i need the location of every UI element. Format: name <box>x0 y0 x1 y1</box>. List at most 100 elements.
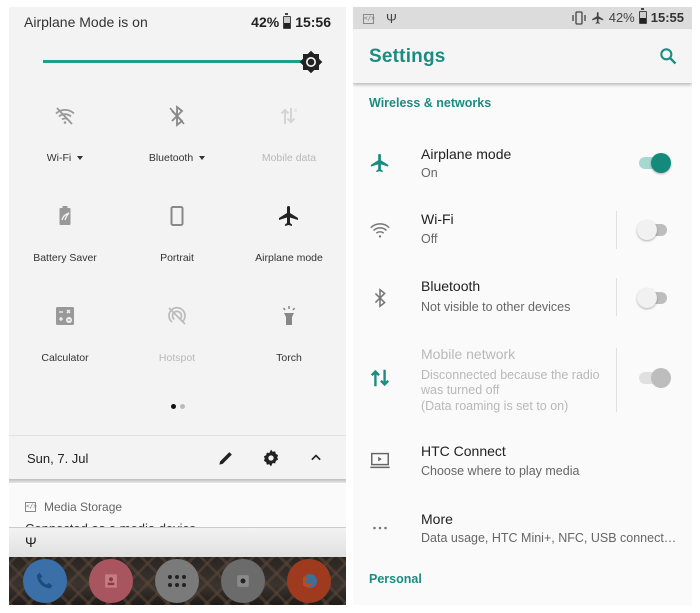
setting-title: HTC Connect <box>421 443 506 459</box>
divider <box>616 348 617 412</box>
firefox-app-icon[interactable] <box>287 559 331 603</box>
mobile-data-icon: x <box>280 108 297 124</box>
brightness-slider[interactable] <box>43 47 323 77</box>
tile-label: Portrait <box>160 252 194 264</box>
cast-icon <box>370 452 390 469</box>
portrait-icon <box>170 206 184 226</box>
setting-summary: On <box>421 166 438 180</box>
bluetooth-toggle[interactable] <box>637 287 673 309</box>
app-drawer-icon[interactable] <box>155 559 199 603</box>
setting-htc-connect[interactable]: HTC Connect Choose where to play media <box>353 439 692 485</box>
brightness-track[interactable] <box>43 60 305 63</box>
setting-mobile-network[interactable]: Mobile network Disconnected because the … <box>353 342 692 422</box>
wifi-toggle[interactable] <box>637 219 673 241</box>
bluetooth-icon <box>374 288 386 308</box>
setting-summary: Off <box>421 232 438 246</box>
mobile-network-icon <box>370 369 390 387</box>
tile-label: Wi-Fi <box>46 152 72 164</box>
tile-wifi[interactable]: Wi-Fi <box>9 92 121 192</box>
notification-media-storage[interactable]: </> Media Storage Connected as a media d… <box>9 483 346 528</box>
tile-label: Calculator <box>41 352 89 364</box>
quick-settings-panel: Airplane Mode is on 42% 15:56 Wi-Fi Blue… <box>9 7 346 605</box>
wifi-icon <box>370 223 390 238</box>
setting-title: Mobile network <box>421 346 516 362</box>
setting-title: Bluetooth <box>421 278 481 294</box>
tile-label: Airplane mode <box>255 252 323 264</box>
battery-percent: 42% <box>608 10 635 25</box>
search-icon[interactable] <box>658 46 678 66</box>
setting-summary: Data usage, HTC Mini+, NFC, USB connect… <box>421 531 677 545</box>
gear-icon[interactable] <box>261 448 281 468</box>
page-dot-active[interactable] <box>171 404 176 409</box>
status-bar: </> Ψ 42% 15:55 <box>353 7 692 29</box>
notification-app-name: Media Storage <box>44 500 123 514</box>
tile-label: Mobile data <box>261 152 317 164</box>
usb-icon: Ψ <box>386 11 397 26</box>
section-header-personal: Personal <box>369 572 422 586</box>
tile-mobile-data[interactable]: x Mobile data <box>233 92 345 192</box>
setting-title: Wi-Fi <box>421 211 454 227</box>
hotspot-off-icon <box>168 306 186 325</box>
camera-app-icon[interactable] <box>221 559 265 603</box>
vibrate-icon <box>572 10 586 25</box>
tile-airplane-mode[interactable]: Airplane mode <box>233 192 345 292</box>
clock: 15:55 <box>650 10 684 25</box>
tile-bluetooth[interactable]: Bluetooth <box>121 92 233 192</box>
setting-summary: Choose where to play media <box>421 464 580 478</box>
page-indicator[interactable] <box>171 404 185 409</box>
page-dot[interactable] <box>180 404 185 409</box>
chevron-down-icon[interactable] <box>199 156 206 161</box>
setting-summary-line: was turned off <box>421 383 500 397</box>
section-header-wireless: Wireless & networks <box>369 96 492 110</box>
quick-settings-footer: Sun, 7. Jul <box>9 435 346 483</box>
date-label: Sun, 7. Jul <box>27 451 89 466</box>
airplane-mode-toggle[interactable] <box>637 152 673 174</box>
settings-screen: </> Ψ 42% 15:55 Settings Wireless & netw… <box>353 7 692 605</box>
page-title: Settings <box>369 46 446 67</box>
setting-title: More <box>421 511 453 527</box>
tile-torch[interactable]: Torch <box>233 292 345 392</box>
tile-portrait[interactable]: Portrait <box>121 192 233 292</box>
tile-label: Battery Saver <box>33 252 97 264</box>
chevron-down-icon[interactable] <box>77 156 84 161</box>
battery-icon <box>638 8 647 24</box>
mobile-network-toggle[interactable] <box>637 367 673 389</box>
edit-icon[interactable] <box>216 448 236 468</box>
setting-wifi[interactable]: Wi-Fi Off <box>353 205 692 255</box>
setting-summary-line: Disconnected because the radio <box>421 368 600 382</box>
quick-settings-status-bar: Airplane Mode is on 42% 15:56 <box>9 7 346 37</box>
tile-label: Bluetooth <box>148 152 194 164</box>
code-icon: </> <box>363 13 375 24</box>
bluetooth-off-icon <box>169 105 185 127</box>
divider <box>616 278 617 316</box>
tile-hotspot[interactable]: Hotspot <box>121 292 233 392</box>
usb-icon: Ψ <box>25 534 37 550</box>
home-dock <box>9 557 346 605</box>
contacts-app-icon[interactable] <box>89 559 133 603</box>
app-bar: Settings <box>353 29 692 83</box>
status-title: Airplane Mode is on <box>24 14 148 30</box>
code-icon: </> <box>25 502 37 512</box>
chevron-up-icon[interactable] <box>306 448 326 468</box>
phone-app-icon[interactable] <box>23 559 67 603</box>
setting-more[interactable]: More Data usage, HTC Mini+, NFC, USB con… <box>353 507 692 553</box>
setting-airplane-mode[interactable]: Airplane mode On <box>353 139 692 189</box>
torch-icon <box>282 306 296 325</box>
battery-icon <box>283 12 292 29</box>
tile-calculator[interactable]: Calculator <box>9 292 121 392</box>
tile-battery-saver[interactable]: Battery Saver <box>9 192 121 292</box>
clock: 15:56 <box>295 14 331 30</box>
more-icon <box>373 526 387 530</box>
setting-summary-line: (Data roaming is set to on) <box>421 399 569 413</box>
divider <box>616 211 617 249</box>
svg-text:x: x <box>294 108 297 114</box>
airplane-icon <box>591 11 603 24</box>
battery-saver-icon <box>59 206 71 225</box>
setting-bluetooth[interactable]: Bluetooth Not visible to other devices <box>353 273 692 323</box>
brightness-icon[interactable] <box>299 50 323 74</box>
setting-summary: Not visible to other devices <box>421 300 571 314</box>
status-bar-strip: Ψ <box>9 527 346 557</box>
wifi-off-icon <box>55 107 75 125</box>
airplane-icon <box>370 153 389 173</box>
tile-label: Hotspot <box>158 352 196 364</box>
